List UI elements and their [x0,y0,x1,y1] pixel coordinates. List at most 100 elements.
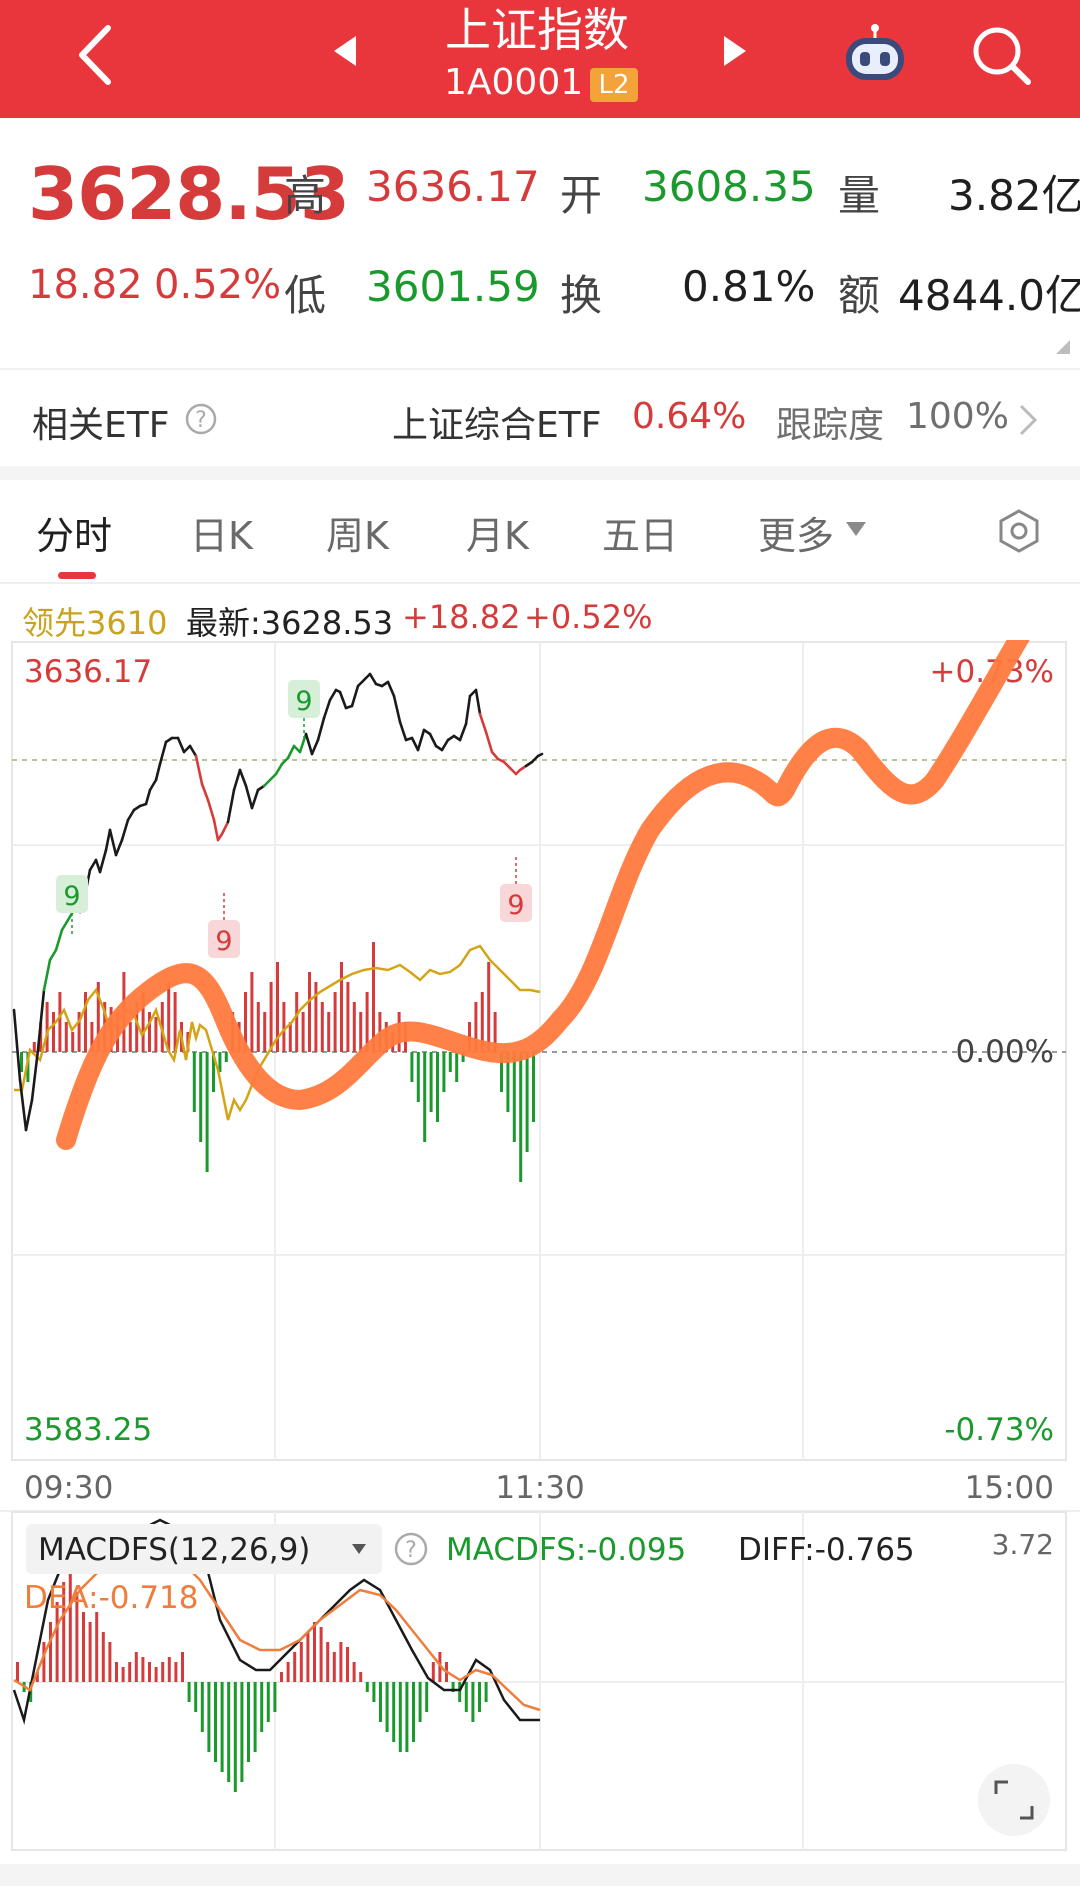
back-chevron-icon[interactable] [70,20,120,90]
price-segment [226,788,236,824]
volume-bar [442,1052,446,1092]
volume-bar [250,972,254,1052]
macd-bar [187,1682,191,1702]
macd-bar [174,1662,178,1682]
macd-bar [418,1682,422,1722]
signal-marker: 9 [500,854,532,922]
high-value: 3636.17 [366,162,540,211]
macd-bar [286,1662,290,1682]
next-stock-triangle-icon[interactable] [720,34,748,68]
volume-bar [308,972,311,1052]
price-segment [54,928,64,952]
etf-row[interactable]: 相关ETF ? 上证综合ETF 0.64% 跟踪度 100% [0,370,1080,466]
price-segment [232,768,242,792]
tab-intraday[interactable]: 分时 [36,505,112,560]
macd-bar [346,1647,349,1682]
robot-icon[interactable] [842,20,908,86]
tab-five-day[interactable]: 五日 [602,505,678,560]
price-change-pct: 0.52% [154,262,282,308]
tracking-label: 跟踪度 [776,405,885,446]
price-segment [322,698,332,720]
volume-bar [512,1052,516,1142]
price-segment [48,948,58,962]
volume-bar [154,1017,158,1052]
macd-bar [148,1662,151,1682]
volume-bar [52,1012,55,1052]
price-segment [176,736,186,754]
stock-code: 1A0001 [444,62,584,103]
open-label: 开 [560,171,603,220]
price-segment [304,732,314,756]
volume-bar [410,1052,414,1082]
macd-bar [95,1612,99,1682]
price-segment [42,958,52,992]
tab-daily-k[interactable]: 日K [190,505,253,560]
tab-weekly-k[interactable]: 周K [326,505,389,560]
diff-value: DIFF:-0.765 [738,1532,915,1568]
macd-bar [134,1652,138,1682]
macd-bar [425,1682,429,1712]
volume-bar [320,1002,324,1052]
tab-monthly-k[interactable]: 月K [466,505,529,560]
macd-bar [88,1622,92,1682]
volume-label: 量 [838,171,881,220]
marker-label: 9 [215,926,232,957]
prev-stock-triangle-icon[interactable] [332,34,360,68]
price-segment [484,730,494,754]
volume-bar [333,992,337,1052]
volume-bar [416,1052,420,1102]
volume-bar [45,1002,49,1052]
volume-bar [519,1052,523,1182]
macd-bar [280,1672,283,1682]
help-icon[interactable]: ? [184,402,218,436]
volume-bar [525,1052,529,1152]
pct-mid-label: 0.00% [956,1034,1054,1070]
price-segment [120,818,130,842]
tab-more[interactable]: 更多 [758,505,834,560]
volume-value: 3.82亿 [948,171,1080,220]
volume-bar [263,1012,267,1052]
price-segment [298,732,308,754]
volume-bar [340,962,343,1052]
price-segment [24,1098,34,1132]
price-change: 18.82 [28,262,143,308]
price-segment [154,762,162,782]
volume-bar [167,982,171,1052]
expand-corner-icon[interactable] [1054,338,1072,356]
price-segment [220,820,230,836]
volume-bar [327,1012,331,1052]
settings-hex-icon[interactable] [996,508,1042,554]
marker-label: 9 [63,881,80,912]
high-label: 高 [284,171,327,220]
price-segment [114,838,124,857]
etf-change: 0.64% [632,396,747,437]
macd-bar [220,1682,224,1772]
price-segment [316,716,326,742]
volume-bar [256,1002,260,1052]
macd-bar [365,1682,369,1692]
macd-panel[interactable]: MACDFS(12,26,9) ? MACDFS:-0.095 DIFF:-0.… [0,1510,1080,1860]
dea-value: DEA:-0.718 [24,1580,199,1616]
chevron-right-icon[interactable] [1016,402,1040,438]
volume-bar [314,982,318,1052]
price-segment [398,720,408,742]
open-value: 3608.35 [642,162,816,211]
top-bar: 上证指数 1A0001 L2 [0,0,1080,118]
volume-bar [448,1052,452,1072]
price-segment [310,738,320,756]
signal-marker: 9 [288,680,320,742]
volume-bar [346,982,350,1052]
intraday-chart[interactable]: 9999 3636.17 3583.25 +0.73% 0.00% -0.73%… [0,640,1080,1510]
volume-bar [199,1052,203,1142]
fullscreen-button[interactable] [978,1764,1050,1836]
price-segment [238,768,248,788]
macd-bar [121,1667,125,1682]
macd-bar [471,1682,475,1722]
macd-bar [392,1682,396,1742]
macd-bar [306,1632,310,1682]
marker-label: 9 [295,686,312,717]
macd-bar [227,1682,231,1782]
price-segment [274,762,284,776]
volume-bar [372,942,375,1052]
search-icon[interactable] [968,22,1034,88]
